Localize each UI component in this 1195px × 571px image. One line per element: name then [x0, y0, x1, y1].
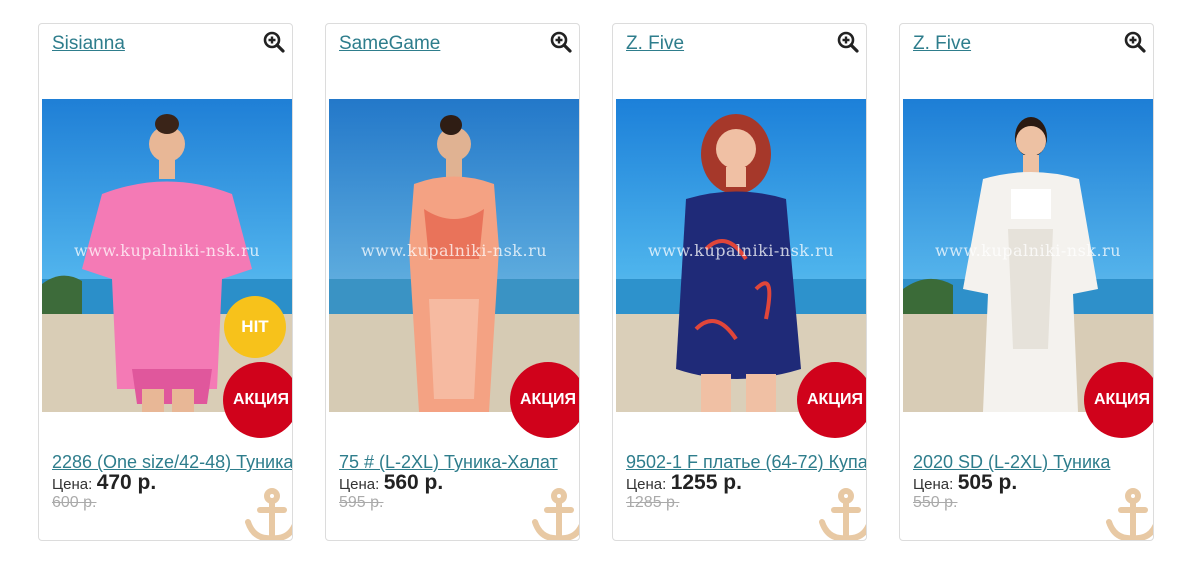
sale-badge: АКЦИЯ — [1084, 362, 1153, 438]
zoom-in-icon[interactable] — [262, 30, 286, 54]
sale-badge: АКЦИЯ — [223, 362, 292, 438]
watermark-text: www.kupalniki-nsk.ru — [934, 241, 1122, 260]
price-row: Цена: 505 р. — [913, 471, 1017, 495]
price-label: Цена: — [626, 476, 667, 493]
zoom-in-icon[interactable] — [549, 30, 573, 54]
product-card: Z. Five www.kupalniki-nsk.ru АКЦИЯ 2020 … — [899, 23, 1154, 541]
price-value: 1255 р. — [670, 471, 742, 494]
product-card: Z. Five www.kupalniki-nsk.ru АКЦИЯ 9502-… — [612, 23, 867, 541]
product-title-link[interactable]: 2286 (One size/42-48) Туника — [52, 452, 292, 473]
old-price: 595 р. — [339, 494, 384, 511]
price-row: Цена: 470 р. — [52, 471, 156, 495]
brand-link[interactable]: SameGame — [339, 33, 440, 55]
product-title-link[interactable]: 75 # (L-2XL) Туника-Халат — [339, 452, 579, 473]
watermark-text: www.kupalniki-nsk.ru — [73, 241, 261, 260]
product-card: Sisianna www.kupalniki-nsk.ru HIT АКЦИЯ … — [38, 23, 293, 541]
old-price: 1285 р. — [626, 494, 680, 511]
hit-badge: HIT — [224, 296, 286, 358]
brand-link[interactable]: Sisianna — [52, 33, 125, 55]
watermark-text: www.kupalniki-nsk.ru — [647, 241, 835, 260]
anchor-icon — [532, 488, 579, 540]
anchor-icon — [819, 488, 866, 540]
brand-link[interactable]: Z. Five — [913, 33, 971, 55]
price-label: Цена: — [913, 476, 954, 493]
zoom-in-icon[interactable] — [1123, 30, 1147, 54]
anchor-icon — [245, 488, 292, 540]
price-row: Цена: 560 р. — [339, 471, 443, 495]
zoom-in-icon[interactable] — [836, 30, 860, 54]
price-value: 505 р. — [957, 471, 1018, 494]
product-title-link[interactable]: 2020 SD (L-2XL) Туника — [913, 452, 1153, 473]
watermark-text: www.kupalniki-nsk.ru — [360, 241, 548, 260]
price-label: Цена: — [339, 476, 380, 493]
price-row: Цена: 1255 р. — [626, 471, 742, 495]
old-price: 600 р. — [52, 494, 97, 511]
product-card: SameGame www.kupalniki-nsk.ru АКЦИЯ 75 #… — [325, 23, 580, 541]
sale-badge: АКЦИЯ — [797, 362, 866, 438]
old-price: 550 р. — [913, 494, 958, 511]
brand-link[interactable]: Z. Five — [626, 33, 684, 55]
price-value: 470 р. — [96, 471, 157, 494]
product-title-link[interactable]: 9502-1 F платье (64-72) Купальник — [626, 452, 866, 473]
price-value: 560 р. — [383, 471, 444, 494]
price-label: Цена: — [52, 476, 93, 493]
sale-badge: АКЦИЯ — [510, 362, 579, 438]
anchor-icon — [1106, 488, 1153, 540]
